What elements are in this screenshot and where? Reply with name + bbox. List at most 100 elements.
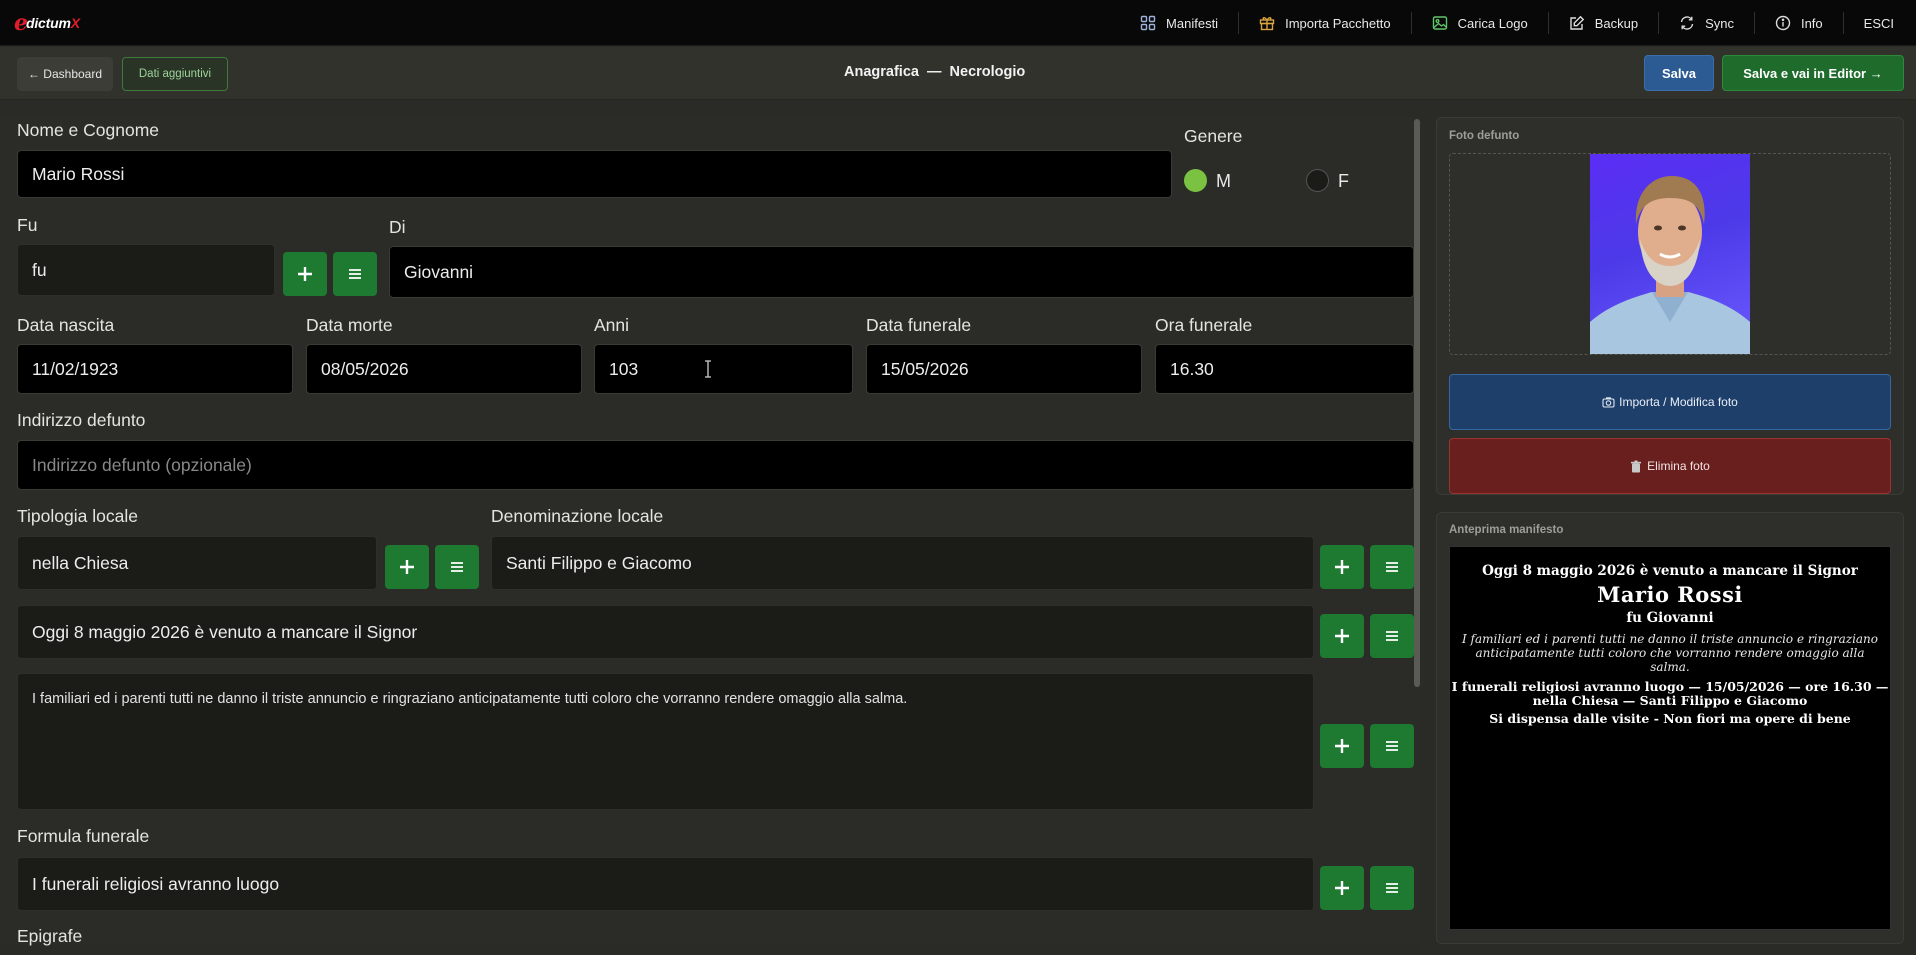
menu-icon	[451, 562, 463, 572]
nome-input[interactable]: Mario Rossi	[17, 150, 1172, 198]
formula-label: Formula funerale	[17, 826, 150, 846]
data-funerale-label: Data funerale	[866, 315, 972, 335]
logo-x: X	[70, 15, 80, 31]
denominazione-list-button[interactable]	[1370, 545, 1414, 589]
top-nav: Manifesti Importa Pacchetto Carica Logo …	[1120, 0, 1916, 46]
nav-backup-label: Backup	[1594, 15, 1639, 31]
denominazione-input[interactable]: Santi Filippo e Giacomo	[491, 536, 1314, 590]
nav-esci[interactable]: ESCI	[1842, 12, 1916, 34]
nav-carica-logo-label: Carica Logo	[1457, 15, 1528, 31]
formula-input[interactable]: I funerali religiosi avranno luogo	[17, 857, 1314, 911]
preview-dispensa: Si dispensa dalle visite - Non fiori ma …	[1489, 711, 1851, 726]
sync-icon	[1680, 16, 1694, 30]
anni-input[interactable]: 103	[594, 344, 853, 394]
plus-icon	[1335, 560, 1349, 574]
denominazione-label: Denominazione locale	[491, 506, 664, 526]
top-bar: e dictumX Manifesti Importa Pacchetto Car…	[0, 0, 1916, 46]
page-title: Anagrafica — Necrologio	[844, 64, 1026, 80]
data-morte-label: Data morte	[306, 315, 393, 335]
text-cursor-icon	[705, 360, 711, 378]
delete-photo-label: Elimina foto	[1647, 459, 1710, 473]
plus-icon	[1335, 739, 1349, 753]
save-and-editor-button[interactable]: Salva e vai in Editor →	[1722, 55, 1904, 91]
manifesto-preview: Oggi 8 maggio 2026 è venuto a mancare il…	[1449, 546, 1891, 930]
tipologia-list-button[interactable]	[435, 545, 479, 589]
menu-icon	[1386, 562, 1398, 572]
foto-panel-title: Foto defunto	[1449, 130, 1520, 142]
save-button[interactable]: Salva	[1644, 55, 1714, 91]
nav-sync-label: Sync	[1705, 15, 1734, 31]
menu-icon	[1386, 883, 1398, 893]
dashboard-button[interactable]: ← Dashboard	[17, 57, 113, 91]
fu-list-button[interactable]	[333, 252, 377, 296]
ora-funerale-input[interactable]: 16.30	[1155, 344, 1414, 394]
familiari-textarea[interactable]: I familiari ed i parenti tutti ne danno …	[17, 673, 1314, 810]
nav-importa-label: Importa Pacchetto	[1285, 15, 1391, 31]
indirizzo-input[interactable]: Indirizzo defunto (opzionale)	[17, 440, 1414, 490]
preview-familiari: I familiari ed i parenti tutti ne danno …	[1461, 632, 1879, 674]
fu-label: Fu	[17, 215, 38, 235]
image-icon	[1432, 16, 1447, 30]
nav-manifesti-label: Manifesti	[1166, 15, 1219, 31]
edit-icon	[1569, 15, 1584, 30]
annuncio-add-button[interactable]	[1320, 614, 1364, 658]
nav-esci-label: ESCI	[1863, 15, 1894, 31]
preview-funerali: I funerali religiosi avranno luogo — 15/…	[1451, 679, 1889, 708]
nav-backup[interactable]: Backup	[1547, 12, 1658, 34]
genere-label: Genere	[1184, 126, 1243, 146]
deceased-photo	[1590, 154, 1750, 354]
genere-m-radio[interactable]	[1184, 169, 1207, 192]
nav-carica-logo[interactable]: Carica Logo	[1410, 12, 1548, 34]
epigrafe-label: Epigrafe	[17, 926, 83, 946]
preview-fu: fu Giovanni	[1626, 610, 1714, 626]
nav-info[interactable]: Info	[1753, 12, 1843, 34]
tipologia-input[interactable]: nella Chiesa	[17, 536, 377, 590]
plus-icon	[400, 560, 414, 574]
di-label: Di	[389, 217, 406, 237]
form-panel	[0, 117, 1422, 945]
annuncio-input[interactable]: Oggi 8 maggio 2026 è venuto a mancare il…	[17, 605, 1314, 659]
genere-f-label: F	[1338, 171, 1349, 191]
menu-icon	[1386, 631, 1398, 641]
ora-funerale-label: Ora funerale	[1155, 315, 1253, 335]
form-scrollbar[interactable]	[1414, 119, 1420, 687]
sub-bar: ← Dashboard Dati aggiuntivi Anagrafica —…	[0, 47, 1916, 100]
camera-icon	[1602, 397, 1615, 408]
formula-add-button[interactable]	[1320, 866, 1364, 910]
app-logo[interactable]: e dictumX	[14, 9, 80, 37]
info-icon	[1775, 15, 1791, 31]
nome-label: Nome e Cognome	[17, 120, 160, 140]
menu-icon	[349, 269, 361, 279]
menu-icon	[1386, 741, 1398, 751]
fu-input[interactable]: fu	[17, 244, 275, 296]
nav-sync[interactable]: Sync	[1658, 12, 1754, 34]
dati-aggiuntivi-button[interactable]: Dati aggiuntivi	[122, 57, 228, 91]
indirizzo-label: Indirizzo defunto	[17, 410, 146, 430]
fu-add-button[interactable]	[283, 252, 327, 296]
annuncio-list-button[interactable]	[1370, 614, 1414, 658]
data-nascita-input[interactable]: 11/02/1923	[17, 344, 293, 394]
familiari-add-button[interactable]	[1320, 724, 1364, 768]
import-photo-label: Importa / Modifica foto	[1619, 395, 1738, 409]
portrait-image	[1590, 176, 1750, 354]
di-input[interactable]: Giovanni	[389, 246, 1414, 298]
formula-list-button[interactable]	[1370, 866, 1414, 910]
familiari-list-button[interactable]	[1370, 724, 1414, 768]
import-photo-button[interactable]: Importa / Modifica foto	[1449, 374, 1891, 430]
nav-importa-pacchetto[interactable]: Importa Pacchetto	[1238, 12, 1411, 34]
grid-icon	[1140, 15, 1156, 31]
plus-icon	[1335, 629, 1349, 643]
trash-icon	[1631, 460, 1642, 472]
data-nascita-label: Data nascita	[17, 315, 115, 335]
data-morte-input[interactable]: 08/05/2026	[306, 344, 582, 394]
tipologia-add-button[interactable]	[385, 545, 429, 589]
nav-manifesti[interactable]: Manifesti	[1120, 12, 1238, 34]
denominazione-add-button[interactable]	[1320, 545, 1364, 589]
genere-f-radio[interactable]	[1306, 169, 1329, 192]
gift-icon	[1259, 17, 1275, 31]
delete-photo-button[interactable]: Elimina foto	[1449, 438, 1891, 494]
data-funerale-input[interactable]: 15/05/2026	[866, 344, 1142, 394]
genere-m-label: M	[1216, 171, 1231, 191]
tipologia-label: Tipologia locale	[17, 506, 138, 526]
preview-name: Mario Rossi	[1597, 582, 1743, 607]
